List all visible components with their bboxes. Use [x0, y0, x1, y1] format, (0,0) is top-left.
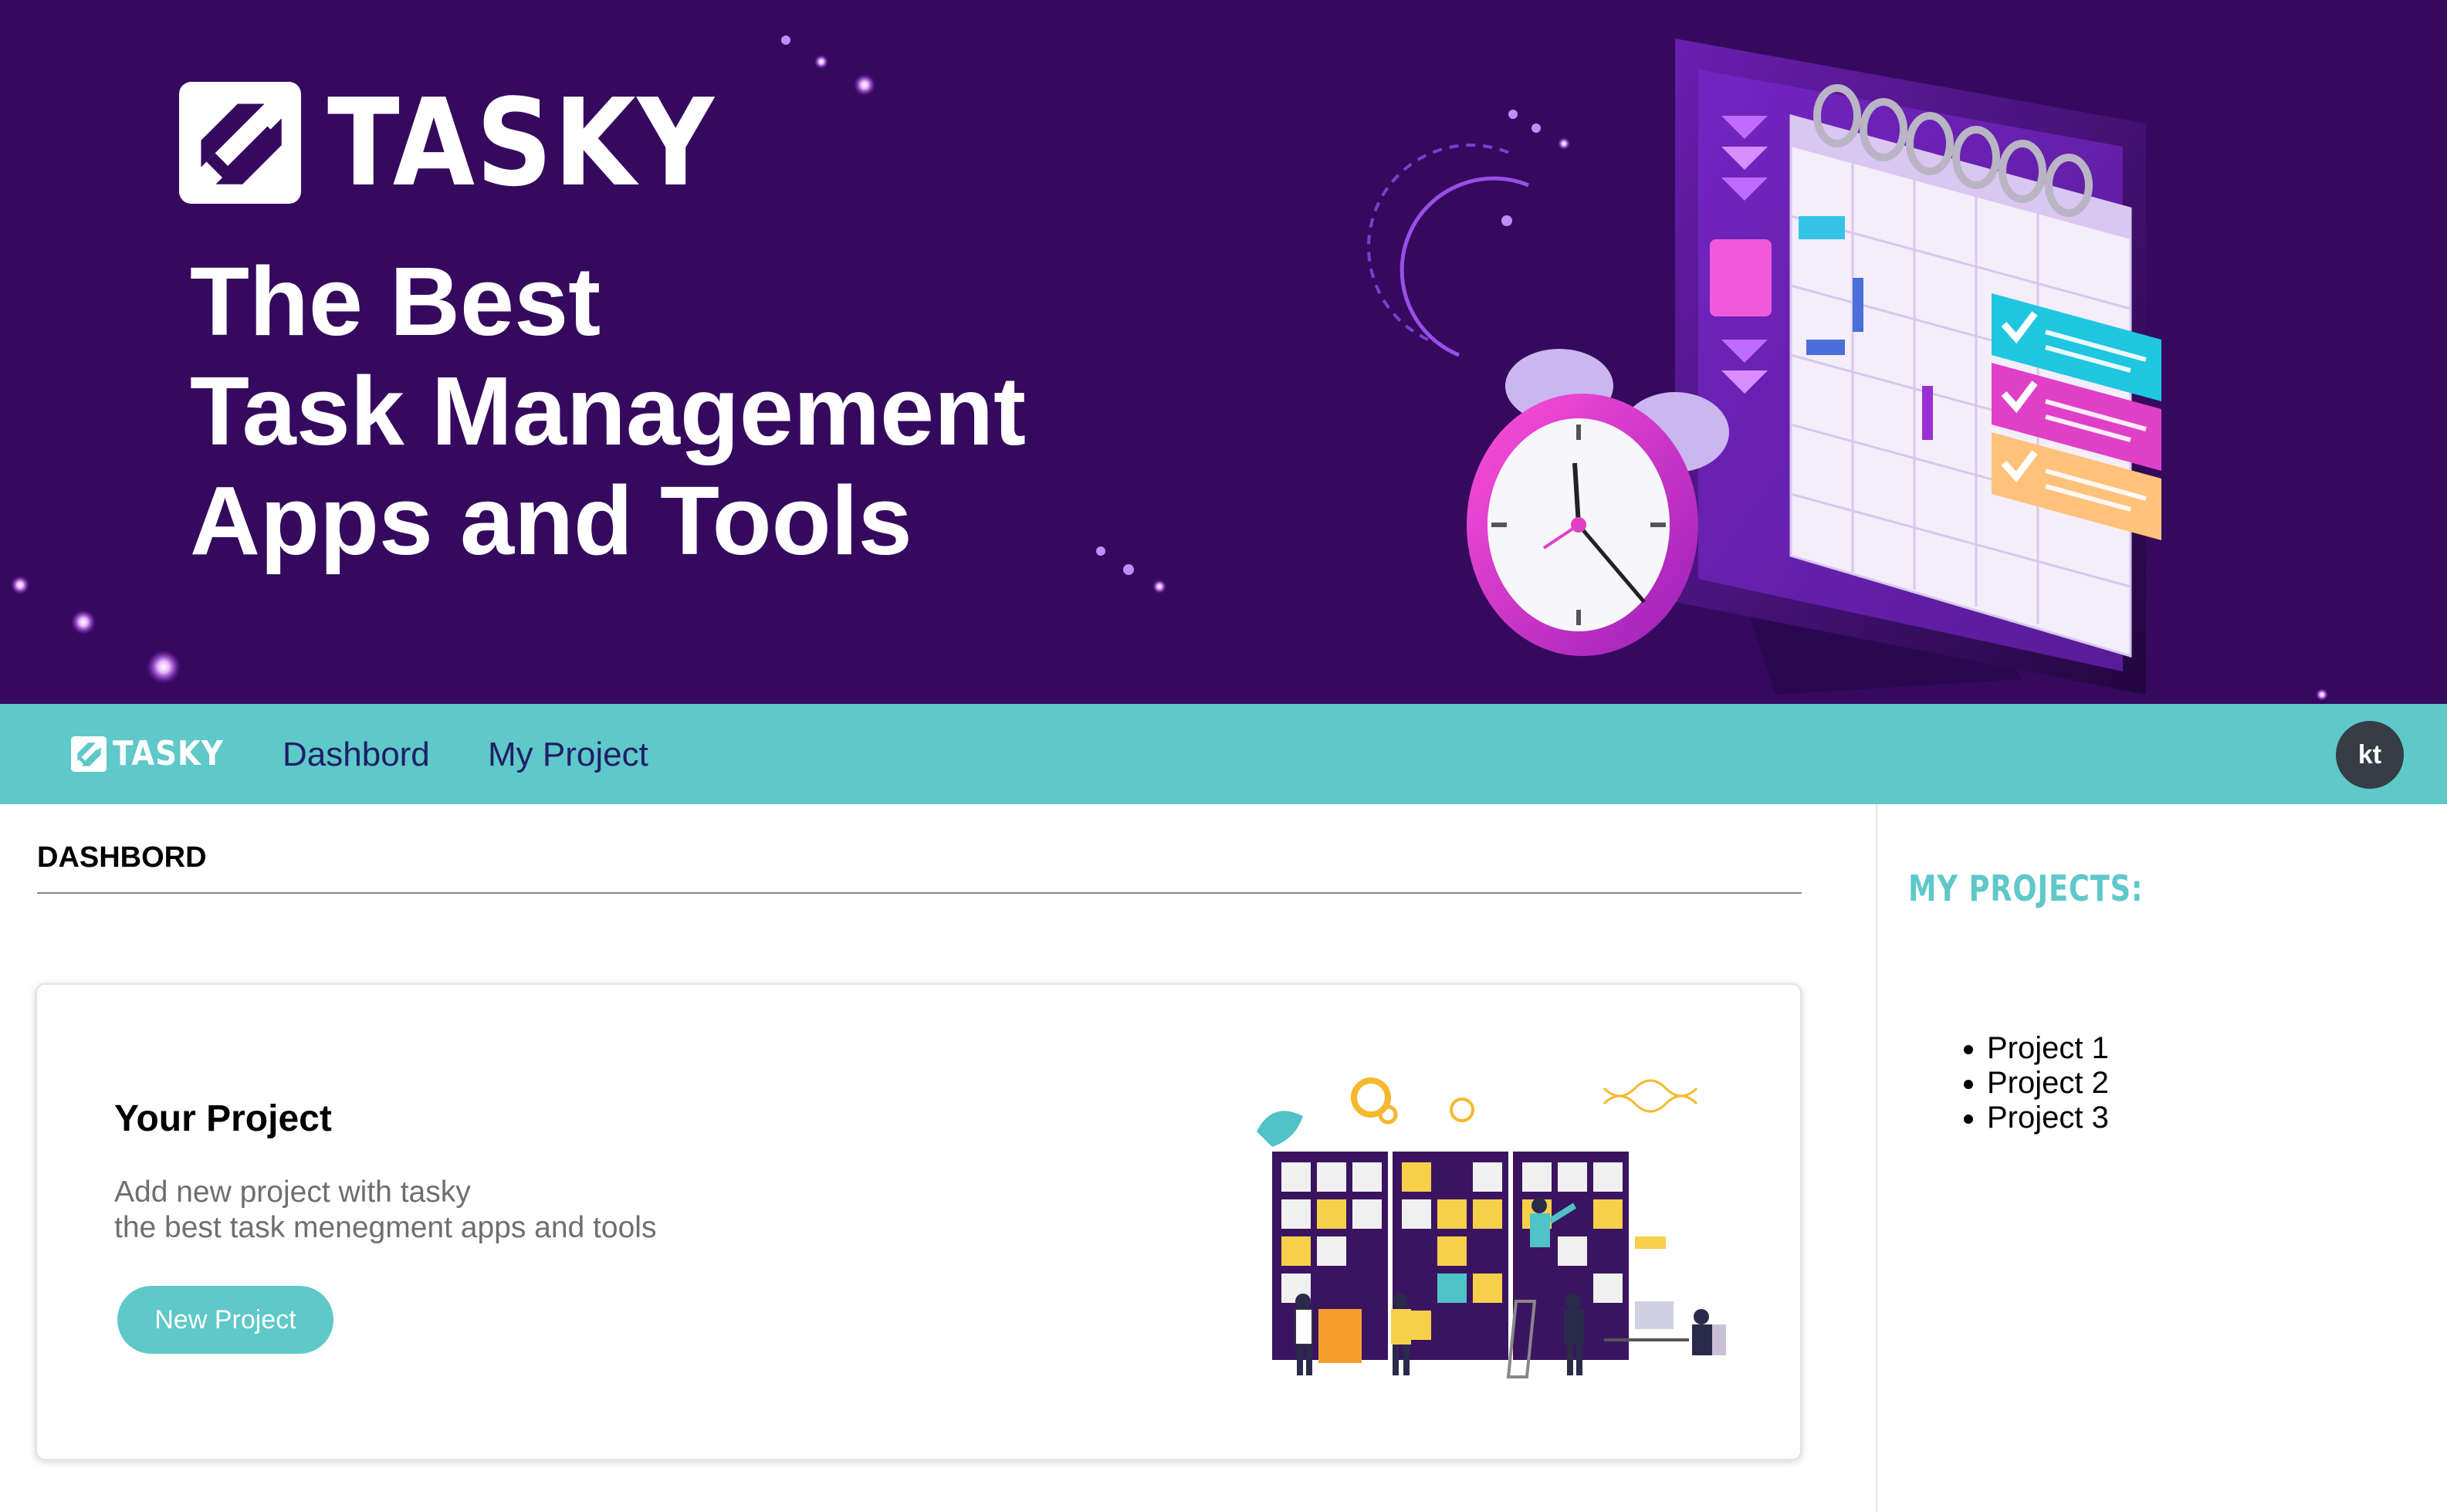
card-description: Add new project with tasky the best task…	[114, 1175, 656, 1246]
projects-list: Project 1 Project 2 Project 3	[1945, 1031, 2109, 1135]
project-list-item[interactable]: Project 2	[1987, 1066, 2109, 1101]
project-list-item[interactable]: Project 3	[1987, 1101, 2109, 1135]
nav-link-my-project[interactable]: My Project	[488, 733, 648, 776]
card-description-line: Add new project with tasky	[114, 1175, 471, 1209]
card-title: Your Project	[114, 1098, 332, 1139]
user-avatar[interactable]: kt	[2336, 721, 2404, 789]
title-divider	[37, 892, 1802, 894]
card-description-line: the best task menegment apps and tools	[114, 1211, 657, 1244]
my-projects-title: MY PROJECTS:	[1908, 868, 2144, 909]
hero-heading-line: The Best	[190, 247, 601, 356]
project-card: Your Project Add new project with tasky …	[36, 983, 1802, 1460]
sidebar-divider	[1876, 804, 1877, 1512]
hero-heading: The Best Task Management Apps and Tools	[190, 247, 1026, 576]
tasky-logo-icon	[71, 736, 107, 772]
tasky-logo-icon	[179, 82, 301, 204]
nav-brand-name: TASKY	[113, 734, 224, 773]
page-title: DASHBORD	[37, 841, 207, 874]
hero-heading-line: Task Management	[190, 357, 1026, 465]
nav-link-dashboard[interactable]: Dashbord	[283, 733, 430, 776]
navbar: TASKY Dashbord My Project kt	[0, 704, 2447, 804]
team-task-board-illustration	[1257, 1077, 1726, 1378]
nav-brand[interactable]: TASKY	[71, 736, 239, 772]
new-project-button[interactable]: New Project	[117, 1286, 333, 1354]
project-list-item[interactable]: Project 1	[1987, 1031, 2109, 1066]
hero-brand: TASKY	[179, 82, 768, 204]
calendar-monitor-alarm-clock-illustration	[1366, 39, 2161, 695]
hero-banner: TASKY The Best Task Management Apps and …	[0, 0, 2447, 704]
hero-brand-name: TASKY	[327, 73, 716, 213]
hero-heading-line: Apps and Tools	[190, 466, 912, 575]
